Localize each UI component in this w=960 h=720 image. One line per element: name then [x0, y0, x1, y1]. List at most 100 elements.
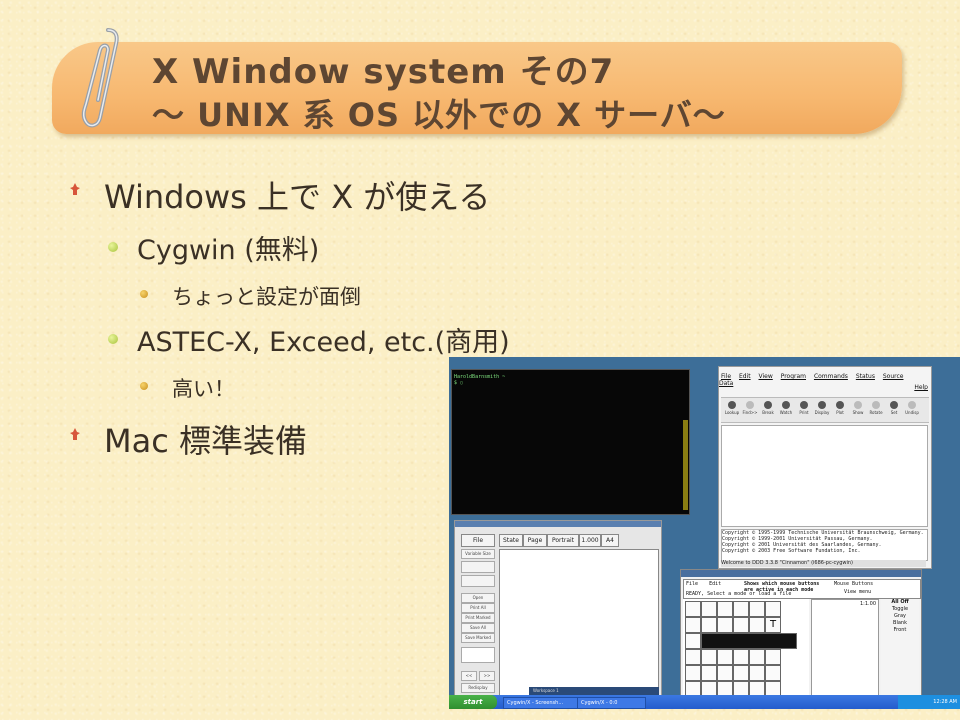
xfig-blank-checkbox[interactable]: Blank: [881, 620, 919, 627]
xfig-mode-button[interactable]: [685, 601, 701, 617]
ghostview-variable-size[interactable]: Variable Size: [461, 549, 495, 559]
terminal-window[interactable]: HaroldBarnsmith ~ $ ▯: [451, 369, 690, 515]
ddd-tool-lookup[interactable]: Lookup: [723, 400, 741, 415]
ddd-console[interactable]: Copyright © 1995-1999 Technische Univers…: [721, 529, 928, 561]
ddd-tool-watch[interactable]: Watch: [777, 400, 795, 415]
xfig-mode-button[interactable]: [733, 601, 749, 617]
ghostview-paper-button[interactable]: A4: [601, 534, 619, 547]
ghostview-save-marked-button[interactable]: Save Marked: [461, 633, 495, 643]
ddd-menu-view[interactable]: View: [759, 373, 773, 380]
xfig-gray-checkbox[interactable]: Gray: [881, 613, 919, 620]
bullet-dot-icon: [108, 334, 118, 344]
xfig-mode-button[interactable]: [701, 649, 717, 665]
xfig-mode-button[interactable]: [685, 617, 701, 633]
xfig-mode-button[interactable]: [749, 617, 765, 633]
xfig-titlebar[interactable]: [681, 570, 921, 577]
bullet-cygwin-note: ちょっと設定が面倒: [172, 285, 361, 309]
ghostview-page-button[interactable]: Page: [523, 534, 547, 547]
ddd-console-line: Copyright © 2003 Free Software Fundation…: [722, 548, 861, 554]
xfig-mode-button[interactable]: [733, 665, 749, 681]
xfig-window[interactable]: File Edit Shows which mouse buttons are …: [680, 569, 922, 701]
ghostview-next-button[interactable]: >>: [479, 671, 495, 681]
xfig-mode-button[interactable]: [685, 633, 701, 649]
xfig-drawing-canvas[interactable]: 1:1.00: [811, 599, 879, 699]
xfig-mode-button[interactable]: [701, 665, 717, 681]
xfig-mode-button[interactable]: [717, 665, 733, 681]
ghostview-print-marked-button[interactable]: Print Marked: [461, 613, 495, 623]
ddd-menu-help[interactable]: Help: [914, 384, 928, 391]
taskbar-task-cygwin-x[interactable]: Cygwin/X - 0:0: [577, 697, 646, 709]
windows-taskbar: start Cygwin/X - Screensh... Cygwin/X - …: [449, 695, 960, 709]
ddd-menu-program[interactable]: Program: [781, 373, 806, 380]
ddd-menu-data[interactable]: Data: [719, 380, 733, 387]
xfig-mode-button[interactable]: [685, 649, 701, 665]
ddd-tool-show[interactable]: Show: [849, 400, 867, 415]
ddd-menu-commands[interactable]: Commands: [814, 373, 848, 380]
ghostview-redisplay-button[interactable]: Redisplay: [461, 683, 495, 693]
ddd-tool-break[interactable]: Break: [759, 400, 777, 415]
title-line-2: ～ UNIX 系 OS 以外での X サーバ～: [152, 96, 726, 134]
xfig-mode-button[interactable]: [717, 601, 733, 617]
ghostview-orientation-button[interactable]: Portrait: [547, 534, 579, 547]
xfig-mode-button[interactable]: [749, 649, 765, 665]
ghostview-prev-button[interactable]: <<: [461, 671, 477, 681]
xfig-file-button[interactable]: File: [686, 581, 698, 587]
xfig-toggle-button[interactable]: Toggle: [881, 606, 919, 613]
workspace-label[interactable]: Workspace 1: [533, 688, 559, 693]
xfig-mode-button[interactable]: [765, 665, 781, 681]
ghostview-page-list[interactable]: [461, 561, 495, 573]
ddd-menu-status[interactable]: Status: [856, 373, 875, 380]
xfig-library-bar[interactable]: [701, 633, 797, 649]
xfig-mode-button[interactable]: [717, 649, 733, 665]
xfig-front-label: Front: [893, 627, 907, 633]
xfig-mode-button[interactable]: [685, 665, 701, 681]
bullet-marker-icon: [70, 183, 80, 195]
xfig-mode-button[interactable]: [701, 617, 717, 633]
bullet-windows: Windows 上で X が使える: [104, 178, 491, 216]
xfig-mode-button[interactable]: [749, 601, 765, 617]
ghostview-window[interactable]: File State Page Portrait 1.000 A4 Variab…: [454, 520, 662, 704]
xfig-message-area: File Edit Shows which mouse buttons are …: [683, 579, 921, 599]
xfig-mode-button[interactable]: [717, 617, 733, 633]
ddd-tool-set[interactable]: Set: [885, 400, 903, 415]
xfig-mode-button[interactable]: [749, 665, 765, 681]
ddd-tool-plot[interactable]: Plot: [831, 400, 849, 415]
ddd-tool-find[interactable]: Find>>: [741, 400, 759, 415]
ghostview-print-all-button[interactable]: Print All: [461, 603, 495, 613]
ddd-tool-print[interactable]: Print: [795, 400, 813, 415]
terminal-scrollbar[interactable]: [683, 420, 688, 510]
ddd-window[interactable]: File Edit View Program Commands Status S…: [718, 366, 932, 569]
ddd-menubar: File Edit View Program Commands Status S…: [719, 373, 931, 387]
xfig-mode-button[interactable]: [765, 649, 781, 665]
ghostview-state-button[interactable]: State: [499, 534, 523, 547]
ghostview-panner[interactable]: [461, 647, 495, 663]
ghostview-titlebar[interactable]: [455, 521, 661, 527]
xfig-mode-button[interactable]: [701, 601, 717, 617]
ddd-menu-file[interactable]: File: [721, 373, 731, 380]
xfig-mode-button[interactable]: [765, 601, 781, 617]
ghostview-zoom-button[interactable]: 1.000: [579, 534, 601, 547]
xfig-text-tool[interactable]: T: [765, 617, 781, 633]
start-button[interactable]: start: [449, 695, 497, 709]
cygwin-x-screenshot: HaroldBarnsmith ~ $ ▯ File Edit View Pro…: [449, 357, 960, 709]
taskbar-task-screenshot[interactable]: Cygwin/X - Screensh...: [503, 697, 578, 709]
ddd-menu-edit[interactable]: Edit: [739, 373, 751, 380]
ddd-menu-source[interactable]: Source: [883, 373, 904, 380]
xfig-mode-button[interactable]: [733, 649, 749, 665]
xfig-view-menu-label: View menu: [844, 589, 872, 595]
ddd-tool-undisp[interactable]: Undisp: [903, 400, 921, 415]
ghostview-save-all-button[interactable]: Save All: [461, 623, 495, 633]
ghostview-page-list-2[interactable]: [461, 575, 495, 587]
ghostview-file-button[interactable]: File: [461, 534, 495, 547]
bullet-astec-note: 高い！: [172, 377, 235, 401]
bullet-dot-icon: [140, 382, 148, 390]
ghostview-open-button[interactable]: Open: [461, 593, 495, 603]
xfig-edit-button[interactable]: Edit: [709, 581, 721, 587]
ddd-source-pane[interactable]: [721, 425, 928, 527]
xfig-mode-button[interactable]: [733, 617, 749, 633]
ddd-toolbar: Lookup Find>> Break Watch Print Display …: [721, 397, 929, 423]
xfig-all-off-button[interactable]: All Off: [881, 599, 919, 606]
ddd-tool-rotate[interactable]: Rotate: [867, 400, 885, 415]
ghostview-canvas[interactable]: [499, 549, 659, 702]
ddd-tool-display[interactable]: Display: [813, 400, 831, 415]
